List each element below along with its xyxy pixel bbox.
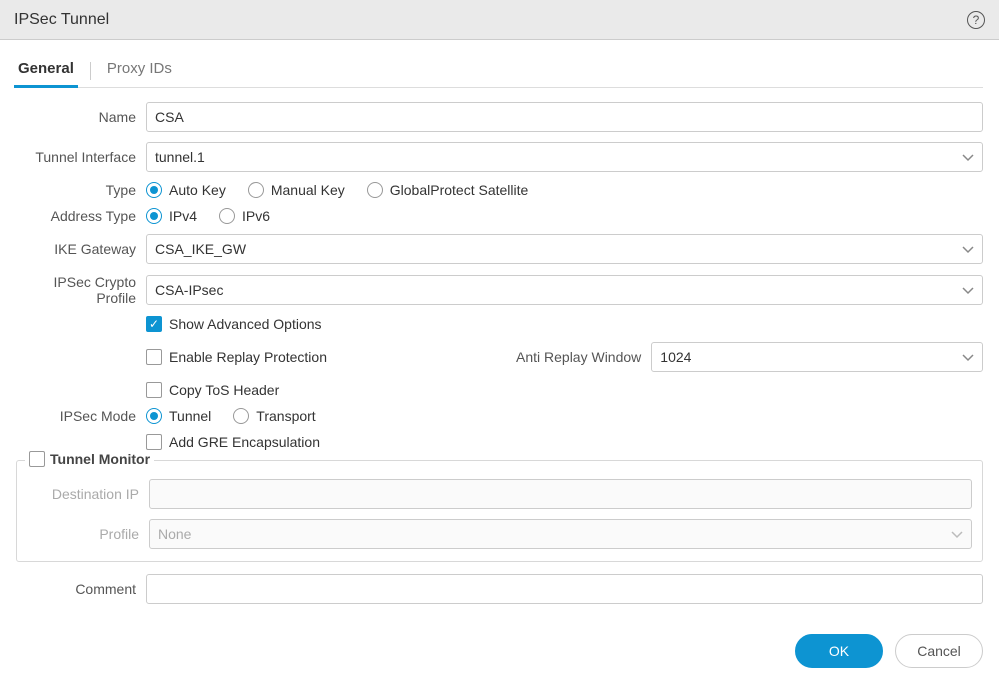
tunnel-monitor-legend: Tunnel Monitor: [25, 451, 154, 467]
ike-gateway-label: IKE Gateway: [16, 241, 146, 257]
tunnel-monitor-legend-label: Tunnel Monitor: [50, 451, 150, 467]
tunnel-monitor-checkbox[interactable]: [29, 451, 45, 467]
tunnel-interface-select[interactable]: tunnel.1: [146, 142, 983, 172]
copy-tos-header-label: Copy ToS Header: [169, 382, 279, 398]
profile-value: None: [158, 526, 191, 542]
copy-tos-header-checkbox[interactable]: Copy ToS Header: [146, 382, 279, 398]
ipsec-crypto-profile-label: IPSec Crypto Profile: [16, 274, 146, 306]
add-gre-encapsulation-label: Add GRE Encapsulation: [169, 434, 320, 450]
profile-select: None: [149, 519, 972, 549]
ok-button-label: OK: [829, 643, 849, 659]
chevron-down-icon: [962, 244, 974, 254]
anti-replay-window-select[interactable]: 1024: [651, 342, 983, 372]
cancel-button-label: Cancel: [917, 643, 961, 659]
ipsec-crypto-profile-select[interactable]: CSA-IPsec: [146, 275, 983, 305]
radio-icon: [367, 182, 383, 198]
checkbox-icon: [29, 451, 45, 467]
destination-ip-input: [149, 479, 972, 509]
ipsec-mode-radio-tunnel[interactable]: Tunnel: [146, 408, 211, 424]
type-radio-manual-key[interactable]: Manual Key: [248, 182, 345, 198]
chevron-down-icon: [962, 352, 974, 362]
type-radio-auto-key-label: Auto Key: [169, 182, 226, 198]
dialog-titlebar: IPSec Tunnel ?: [0, 0, 999, 40]
type-radio-auto-key[interactable]: Auto Key: [146, 182, 226, 198]
radio-icon: [248, 182, 264, 198]
chevron-down-icon: [962, 285, 974, 295]
dialog-title: IPSec Tunnel: [14, 11, 109, 29]
address-radio-ipv4[interactable]: IPv4: [146, 208, 197, 224]
radio-icon: [219, 208, 235, 224]
radio-icon: [146, 208, 162, 224]
tab-proxy-ids[interactable]: Proxy IDs: [105, 54, 174, 87]
ike-gateway-select[interactable]: CSA_IKE_GW: [146, 234, 983, 264]
checkbox-icon: [146, 382, 162, 398]
comment-label: Comment: [16, 581, 146, 597]
type-radio-manual-key-label: Manual Key: [271, 182, 345, 198]
radio-icon: [146, 408, 162, 424]
tab-general[interactable]: General: [16, 54, 76, 87]
checkbox-icon: [146, 349, 162, 365]
tunnel-interface-label: Tunnel Interface: [16, 149, 146, 165]
help-icon[interactable]: ?: [967, 11, 985, 29]
enable-replay-protection-checkbox[interactable]: Enable Replay Protection: [146, 349, 476, 365]
tunnel-monitor-fieldset: Tunnel Monitor Destination IP Profile No…: [16, 460, 983, 562]
cancel-button[interactable]: Cancel: [895, 634, 983, 668]
ike-gateway-value: CSA_IKE_GW: [155, 241, 246, 257]
radio-icon: [146, 182, 162, 198]
chevron-down-icon: [962, 152, 974, 162]
show-advanced-options-checkbox[interactable]: Show Advanced Options: [146, 316, 322, 332]
name-input[interactable]: [146, 102, 983, 132]
type-radio-gp-satellite-label: GlobalProtect Satellite: [390, 182, 529, 198]
address-radio-ipv4-label: IPv4: [169, 208, 197, 224]
chevron-down-icon: [951, 529, 963, 539]
add-gre-encapsulation-checkbox[interactable]: Add GRE Encapsulation: [146, 434, 320, 450]
checkbox-icon: [146, 316, 162, 332]
name-label: Name: [16, 109, 146, 125]
ipsec-mode-tunnel-label: Tunnel: [169, 408, 211, 424]
tunnel-interface-value: tunnel.1: [155, 149, 205, 165]
anti-replay-window-label: Anti Replay Window: [516, 349, 651, 365]
tab-separator: [90, 62, 91, 80]
address-radio-ipv6[interactable]: IPv6: [219, 208, 270, 224]
profile-label: Profile: [19, 526, 149, 542]
ok-button[interactable]: OK: [795, 634, 883, 668]
ipsec-mode-label: IPSec Mode: [16, 408, 146, 424]
anti-replay-window-value: 1024: [660, 349, 691, 365]
comment-input[interactable]: [146, 574, 983, 604]
ipsec-mode-radio-transport[interactable]: Transport: [233, 408, 315, 424]
tab-bar: General Proxy IDs: [16, 54, 983, 88]
destination-ip-label: Destination IP: [19, 486, 149, 502]
radio-icon: [233, 408, 249, 424]
checkbox-icon: [146, 434, 162, 450]
enable-replay-protection-label: Enable Replay Protection: [169, 349, 327, 365]
show-advanced-options-label: Show Advanced Options: [169, 316, 322, 332]
address-radio-ipv6-label: IPv6: [242, 208, 270, 224]
type-radio-gp-satellite[interactable]: GlobalProtect Satellite: [367, 182, 529, 198]
ipsec-mode-transport-label: Transport: [256, 408, 315, 424]
type-label: Type: [16, 182, 146, 198]
address-type-label: Address Type: [16, 208, 146, 224]
ipsec-crypto-profile-value: CSA-IPsec: [155, 282, 223, 298]
